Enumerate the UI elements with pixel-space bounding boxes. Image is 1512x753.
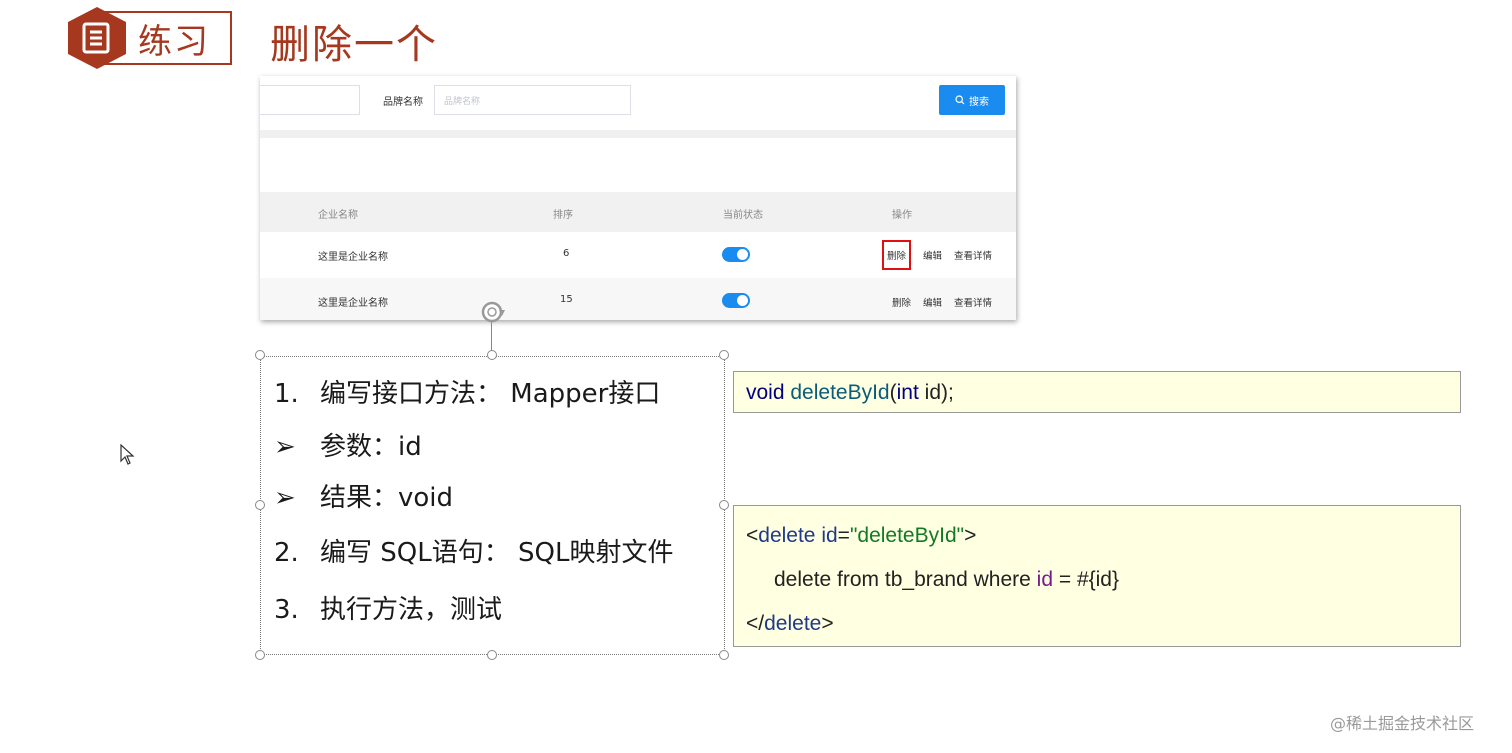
resize-handle-top-right[interactable] <box>719 350 729 360</box>
step-marker: 3. <box>274 595 299 625</box>
mouse-pointer-icon <box>120 444 135 465</box>
code-attr: id <box>815 524 838 547</box>
code-line: delete from tb_brand where id = #{id} <box>774 568 1119 592</box>
column-header-order: 排序 <box>553 210 573 221</box>
resize-handle-right[interactable] <box>719 500 729 510</box>
brand-list-screenshot: 品牌名称 品牌名称 搜索 企业名称 排序 当前状态 操作 这里是企业名称 6 删… <box>260 76 1016 320</box>
step-text: 执行方法，测试 <box>320 595 503 625</box>
step-item: 2. 编写 SQL语句： SQL映射文件 <box>274 532 673 569</box>
code-eq: = <box>837 524 850 547</box>
badge-label: 练习 <box>138 22 210 62</box>
code-gt: > <box>821 612 834 635</box>
brand-name-label: 品牌名称 <box>383 97 423 108</box>
table-header: 企业名称 排序 当前状态 操作 <box>260 192 1016 232</box>
divider-band <box>260 130 1016 138</box>
step-marker: 1. <box>274 379 299 409</box>
code-lt: < <box>746 524 759 547</box>
step-item: ➢ 参数：id <box>274 426 422 463</box>
code-sql-column: id <box>1036 568 1054 591</box>
status-toggle[interactable] <box>722 247 750 262</box>
column-header-actions: 操作 <box>892 210 912 221</box>
search-icon <box>955 95 965 105</box>
brand-name-input[interactable]: 品牌名称 <box>434 85 631 115</box>
xml-code-box: <delete id="deleteById"> delete from tb_… <box>733 505 1461 647</box>
resize-handle-top-left[interactable] <box>255 350 265 360</box>
code-line: <delete id="deleteById"> <box>746 524 976 548</box>
bullet-arrow-icon: ➢ <box>274 432 296 462</box>
page-title: 删除一个 <box>270 22 438 68</box>
company-cell: 这里是企业名称 <box>318 252 388 263</box>
code-sql: delete from tb_brand where <box>774 568 1037 591</box>
delete-link[interactable]: 删除 <box>892 295 911 309</box>
step-text: 参数：id <box>320 432 422 462</box>
details-link[interactable]: 查看详情 <box>954 248 992 262</box>
column-header-company: 企业名称 <box>318 210 358 221</box>
code-tag: delete <box>764 612 822 635</box>
column-header-status: 当前状态 <box>723 210 763 221</box>
resize-handle-left[interactable] <box>255 500 265 510</box>
table-row: 这里是企业名称 6 删除 编辑 查看详情 <box>260 232 1016 278</box>
code-gt: > <box>964 524 977 547</box>
details-link[interactable]: 查看详情 <box>954 295 992 309</box>
code-lt: </ <box>746 612 765 635</box>
interface-code-box: void deleteById(int id); <box>733 371 1461 413</box>
bullet-arrow-icon: ➢ <box>274 483 296 513</box>
code-params: id); <box>918 381 954 404</box>
order-cell: 6 <box>563 248 570 259</box>
document-icon <box>68 7 126 69</box>
resize-handle-bottom-left[interactable] <box>255 650 265 660</box>
edit-link[interactable]: 编辑 <box>923 248 942 262</box>
step-item: ➢ 结果：void <box>274 477 453 514</box>
edit-link[interactable]: 编辑 <box>923 295 942 309</box>
resize-handle-top[interactable] <box>487 350 497 360</box>
step-item: 1. 编写接口方法： Mapper接口 <box>274 373 660 410</box>
table-row: 这里是企业名称 15 删除 编辑 查看详情 <box>260 278 1016 320</box>
code-paren: ( <box>889 381 897 404</box>
rotate-handle-icon[interactable] <box>478 298 506 326</box>
watermark: @稀土掘金技术社区 <box>1330 714 1475 733</box>
step-item: 3. 执行方法，测试 <box>274 589 502 626</box>
search-button[interactable]: 搜索 <box>939 85 1005 115</box>
resize-handle-bottom[interactable] <box>487 650 497 660</box>
code-keyword-void: void <box>746 381 785 404</box>
company-search-input[interactable] <box>260 85 360 115</box>
step-marker: 2. <box>274 538 299 568</box>
section-badge: 练习 <box>66 6 234 69</box>
order-cell: 15 <box>560 294 573 305</box>
step-text: 编写 SQL语句： SQL映射文件 <box>320 538 674 568</box>
status-toggle[interactable] <box>722 293 750 308</box>
code-attr-value: "deleteById" <box>849 524 965 547</box>
code-method-name: deleteById <box>790 381 890 404</box>
resize-handle-bottom-right[interactable] <box>719 650 729 660</box>
delete-link[interactable]: 删除 <box>882 240 912 270</box>
step-text: 编写接口方法： Mapper接口 <box>320 379 661 409</box>
code-keyword-int: int <box>896 381 919 404</box>
company-cell: 这里是企业名称 <box>318 298 388 309</box>
code-line: </delete> <box>746 612 834 636</box>
step-text: 结果：void <box>320 483 454 513</box>
code-tag: delete <box>758 524 816 547</box>
code-sql-tail: = #{id} <box>1053 568 1119 591</box>
search-button-label: 搜索 <box>969 96 989 108</box>
